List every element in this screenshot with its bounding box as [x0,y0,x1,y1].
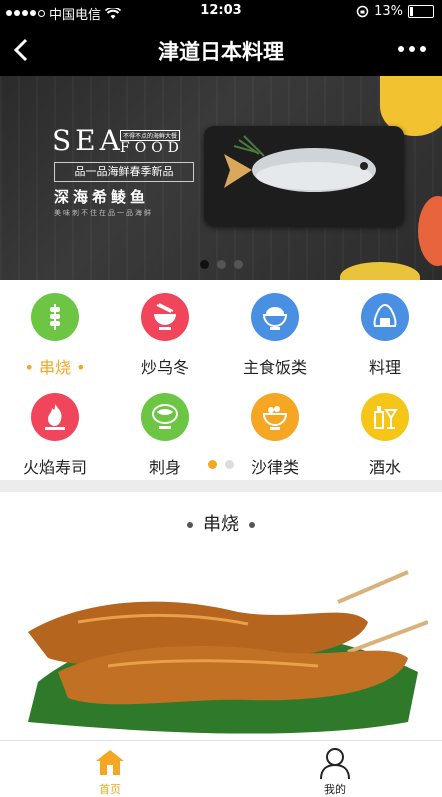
chicken-wings-image[interactable] [18,562,428,744]
tab-bar: 首页 我的 [0,740,442,796]
battery-icon [408,5,434,18]
pager-dot[interactable] [217,260,226,269]
rice-bowl-icon [251,293,299,341]
category-pager [208,460,234,469]
section-divider [0,480,442,492]
category-label: 料理 [368,358,401,377]
category-label: 火焰寿司 [22,458,87,477]
banner-subtitle: 品一品海鲜春季新品 [54,162,194,182]
more-dot [409,46,415,52]
category-skewer[interactable]: • 串烧 • [0,280,110,380]
nav-bar: 津道日本料理 [0,24,442,76]
status-right: 13% [356,4,434,19]
more-dot [398,46,404,52]
category-salad[interactable]: 沙律类 [220,380,330,480]
banner-pager [200,260,243,269]
category-label: 主食饭类 [242,358,307,377]
home-icon [96,750,124,775]
more-button[interactable] [398,42,430,56]
category-flame-sushi[interactable]: 火焰寿司 [0,380,110,480]
tab-label: 我的 [324,783,346,796]
pager-dot[interactable] [234,260,243,269]
category-sashimi[interactable]: 刺身 [110,380,220,480]
promo-banner[interactable]: SEA 不得不点的海鲜大餐 FOOD 品一品海鲜春季新品 深海希鲮鱼 美味刺不住… [0,76,442,280]
banner-headline: 深海希鲮鱼 [54,188,150,206]
category-label: 刺身 [148,458,181,477]
category-label: 酒水 [368,458,401,477]
page-title: 津道日本料理 [158,40,284,64]
pager-dot[interactable] [208,460,217,469]
category-grid: • 串烧 • 炒乌冬 主食饭类 料理 火焰寿司 刺身 沙律类 酒水 [0,280,442,480]
banner-food-text: FOOD [120,140,184,156]
salad-bowl-icon [251,393,299,441]
banner-tagline: 美味刺不住在品一品海鲜 [54,209,153,217]
pager-dot[interactable] [200,260,209,269]
title-dot [249,522,255,528]
battery-percent: 13% [374,4,403,19]
orientation-lock-icon [356,5,369,18]
onigiri-icon [361,293,409,341]
category-drinks[interactable]: 酒水 [330,380,440,480]
category-cuisine[interactable]: 料理 [330,280,440,380]
category-rice[interactable]: 主食饭类 [220,280,330,380]
more-dot [420,46,426,52]
noodle-bowl-icon [141,293,189,341]
tab-label: 首页 [99,783,121,796]
fish-on-slate-image [204,126,404,226]
category-label: • 串烧 • [24,358,86,377]
flame-icon [31,393,79,441]
skewer-icon [31,293,79,341]
category-label: 沙律类 [250,458,299,477]
status-bar: 中国电信 12:03 13% [0,0,442,24]
tab-home[interactable]: 首页 [55,741,165,796]
pager-dot[interactable] [225,460,234,469]
title-dot [187,522,193,528]
sashimi-icon [141,393,189,441]
section-title: 串烧 [0,510,442,536]
user-icon [320,748,350,779]
category-udon[interactable]: 炒乌冬 [110,280,220,380]
category-label: 炒乌冬 [140,358,189,377]
tab-mine[interactable]: 我的 [280,741,390,796]
drinks-icon [361,393,409,441]
banner-sea-text: SEA [52,124,124,157]
